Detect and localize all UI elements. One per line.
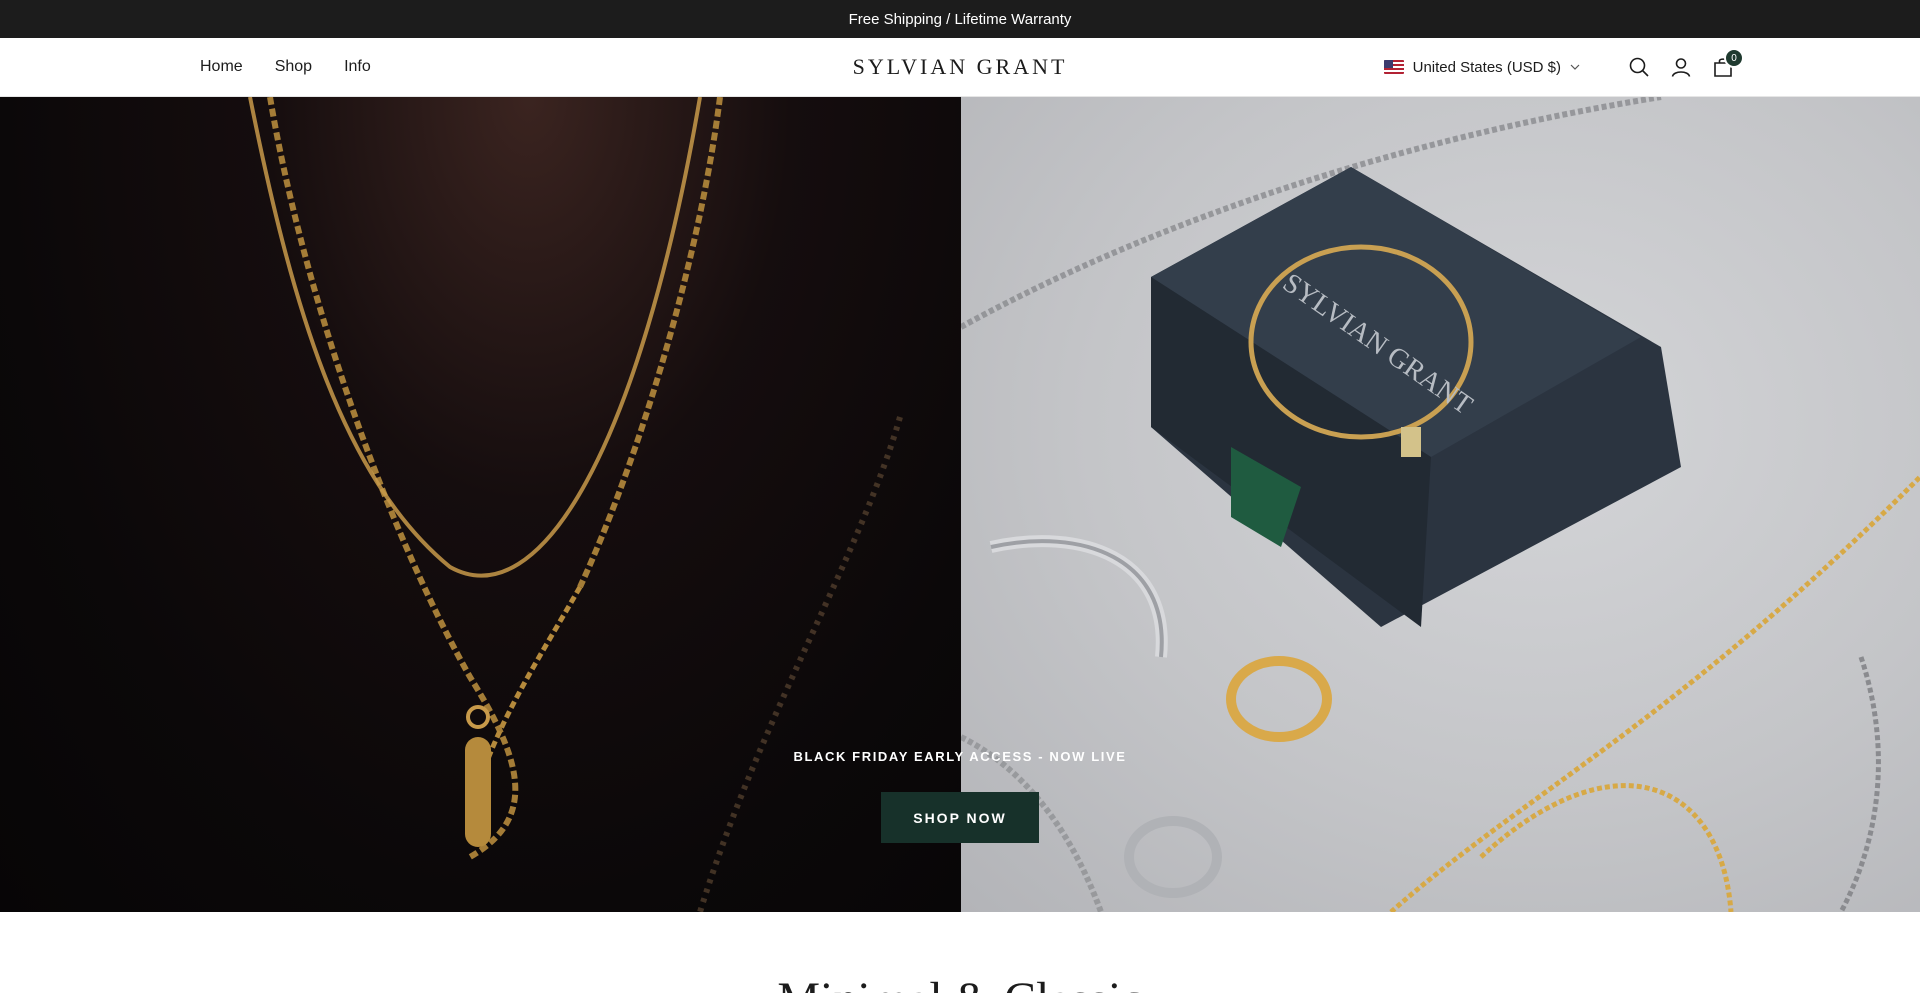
country-selector[interactable]: United States (USD $) [1383, 58, 1580, 76]
nav-home[interactable]: Home [200, 58, 243, 76]
hero-cta: BLACK FRIDAY EARLY ACCESS - NOW LIVE SHO… [0, 749, 1920, 843]
site-logo[interactable]: SYLVIAN GRANT [853, 54, 1068, 80]
nav-info[interactable]: Info [344, 58, 371, 76]
account-icon[interactable] [1670, 56, 1692, 78]
us-flag-icon [1383, 60, 1404, 74]
site-header: Home Shop Info SYLVIAN GRANT United Stat… [0, 38, 1920, 97]
hero-subheading: BLACK FRIDAY EARLY ACCESS - NOW LIVE [793, 749, 1127, 764]
cart-count-badge: 0 [1724, 48, 1744, 68]
nav-shop[interactable]: Shop [275, 58, 312, 76]
shop-now-button[interactable]: SHOP NOW [881, 792, 1039, 843]
collection-section: Minimal & Classic [0, 912, 1920, 993]
chevron-down-icon [1570, 64, 1580, 70]
hero-banner[interactable]: SYLVIAN GRANT BLACK FRIDAY EARLY ACCESS … [0, 97, 1920, 912]
search-icon[interactable] [1628, 56, 1650, 78]
header-tools: United States (USD $) 0 [1383, 38, 1744, 96]
cart-button[interactable]: 0 [1712, 48, 1744, 78]
main-nav: Home Shop Info [200, 38, 371, 96]
country-label: United States (USD $) [1412, 58, 1561, 76]
announcement-bar: Free Shipping / Lifetime Warranty [0, 0, 1920, 38]
announcement-text: Free Shipping / Lifetime Warranty [848, 10, 1072, 28]
section-heading: Minimal & Classic [0, 972, 1920, 993]
